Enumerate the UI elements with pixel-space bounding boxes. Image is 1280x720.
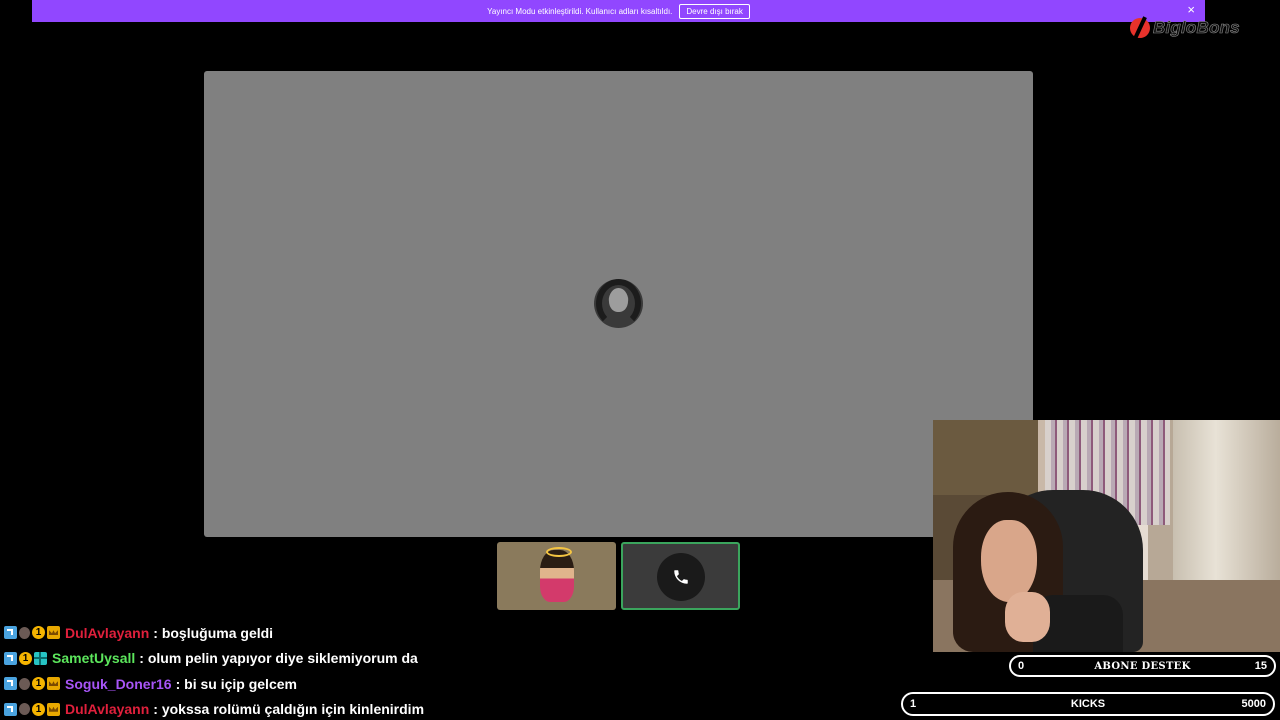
- crown-badge-icon: [47, 677, 60, 691]
- logo-text: BigloBons: [1153, 18, 1240, 38]
- banner-text: Yayıncı Modu etkinleştirildi. Kullanıcı …: [487, 6, 673, 16]
- kicks-goal-target: 5000: [1241, 698, 1266, 710]
- participant-avatar[interactable]: [594, 279, 643, 328]
- stream-screen: Yayıncı Modu etkinleştirildi. Kullanıcı …: [0, 0, 1280, 720]
- avatar: [540, 550, 574, 602]
- phone-icon: [657, 553, 705, 601]
- face-badge-icon: [19, 677, 30, 690]
- call-stage: [204, 71, 1033, 537]
- chat-text: : yokssa rolümü çaldığın için kinlenirdi…: [153, 701, 425, 718]
- crown-badge-icon: [47, 702, 60, 716]
- chat-text: : boşluğuma geldi: [153, 624, 274, 641]
- logo-mark-icon: [1130, 18, 1150, 38]
- grid-badge-icon: [34, 651, 47, 665]
- chat-username[interactable]: Soguk_Doner16: [65, 676, 172, 692]
- face-badge-icon: [19, 626, 30, 639]
- chat-message: 1 DulAvlayann: boşluğuma geldi: [4, 620, 904, 646]
- participant-tile[interactable]: [497, 542, 616, 610]
- sub-goal-bar: 0 ABONE DESTEK 15: [1009, 655, 1276, 677]
- streamer-mode-banner: Yayıncı Modu etkinleştirildi. Kullanıcı …: [32, 0, 1205, 22]
- sub-goal-label: ABONE DESTEK: [1094, 660, 1191, 672]
- disable-streamer-mode-button[interactable]: Devre dışı bırak: [679, 3, 750, 19]
- num-badge-icon: 1: [32, 702, 45, 716]
- chat-username[interactable]: DulAvlayann: [65, 625, 149, 641]
- chat-text: : bi su içip gelcem: [175, 675, 297, 692]
- kicks-goal-bar: 1 KICKS 5000: [901, 692, 1275, 716]
- prime-badge-icon: [4, 677, 17, 691]
- num-badge-icon: 1: [19, 651, 32, 665]
- halo-icon: [546, 547, 572, 557]
- num-badge-icon: 1: [32, 677, 45, 691]
- num-badge-icon: 1: [32, 626, 45, 640]
- chat-message: 1 Soguk_Doner16: bi su içip gelcem: [4, 671, 904, 697]
- chat-message: 1 DulAvlayann: yokssa rolümü çaldığın içi…: [4, 697, 904, 720]
- participant-tile-speaking[interactable]: [621, 542, 740, 610]
- sponsor-logo: BigloBons: [1130, 15, 1258, 41]
- chat-username[interactable]: SametUysall: [52, 650, 135, 666]
- sub-goal-target: 15: [1254, 660, 1267, 672]
- chat-username[interactable]: DulAvlayann: [65, 701, 149, 717]
- prime-badge-icon: [4, 651, 17, 665]
- chat-message: 1 SametUysall: olum pelin yapıyor diye si…: [4, 646, 904, 672]
- crown-badge-icon: [47, 626, 60, 640]
- kicks-goal-label: KICKS: [1070, 698, 1106, 710]
- prime-badge-icon: [4, 626, 17, 640]
- prime-badge-icon: [4, 702, 17, 716]
- chat-text: : olum pelin yapıyor diye siklemiyorum d…: [139, 650, 418, 667]
- webcam-feed: [933, 420, 1280, 652]
- face-badge-icon: [19, 703, 30, 716]
- chat-overlay: 1 DulAvlayann: boşluğuma geldi 1 SametUysal…: [4, 620, 904, 720]
